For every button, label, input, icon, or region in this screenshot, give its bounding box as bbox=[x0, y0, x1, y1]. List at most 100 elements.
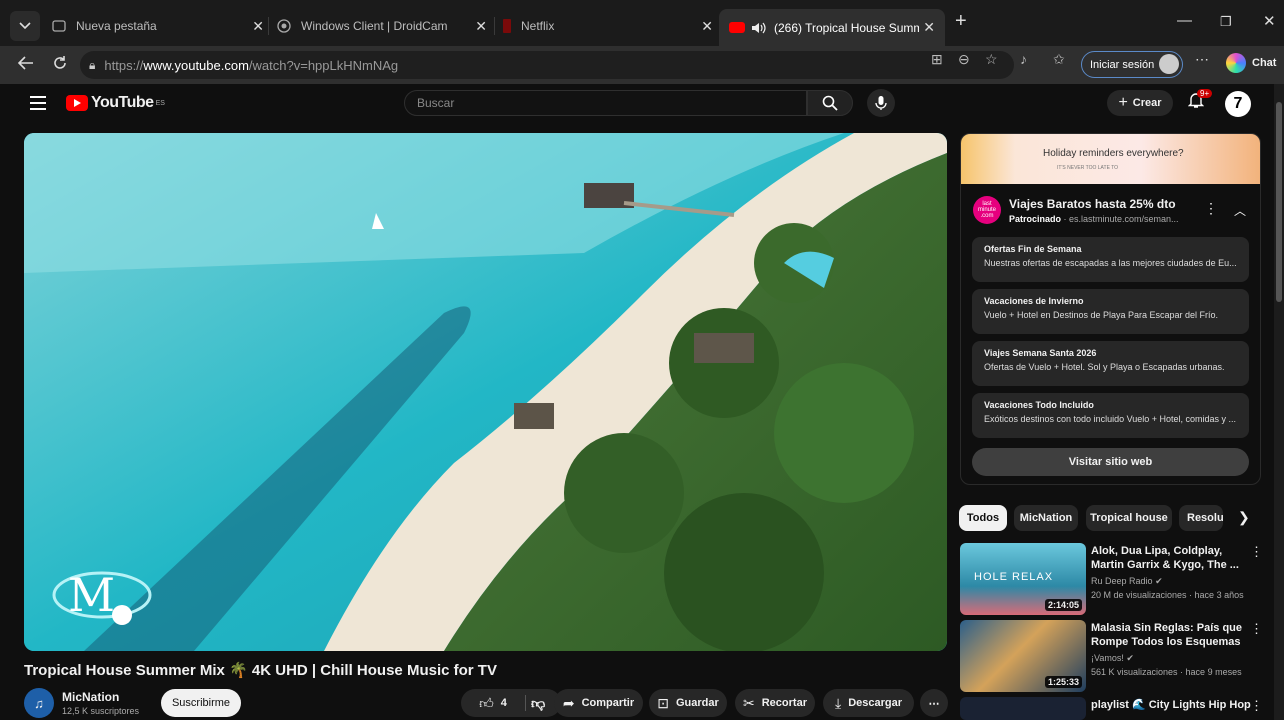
search-input[interactable]: Buscar bbox=[404, 90, 807, 116]
channel-name[interactable]: MicNation bbox=[62, 690, 119, 704]
related-thumbnail[interactable]: HOLE RELAX 2:14:05 bbox=[960, 543, 1086, 615]
scrollbar-thumb[interactable] bbox=[1276, 102, 1282, 302]
share-button[interactable]: ➦ Compartir bbox=[554, 689, 643, 717]
signin-button[interactable]: Iniciar sesión bbox=[1081, 51, 1183, 78]
more-horizontal-icon: ⋯ bbox=[928, 697, 940, 710]
channel-label: Ru Deep Radio bbox=[1091, 576, 1153, 586]
youtube-logo[interactable]: YouTube ES bbox=[66, 94, 165, 112]
related-title[interactable]: Alok, Dua Lipa, Coldplay, Martin Garrix … bbox=[1091, 544, 1251, 572]
dislike-button[interactable]: 👎︎ bbox=[531, 695, 545, 712]
close-icon[interactable]: ✕ bbox=[475, 18, 487, 35]
related-thumbnail[interactable]: 1:25:33 bbox=[960, 620, 1086, 692]
search-button[interactable] bbox=[807, 90, 853, 116]
tab-actions-menu-button[interactable] bbox=[10, 11, 40, 41]
channel-avatar[interactable]: ♫ bbox=[24, 688, 54, 718]
voice-search-button[interactable] bbox=[867, 89, 895, 117]
advertiser-logo[interactable]: last minute .com bbox=[973, 196, 1001, 224]
ad-title[interactable]: Viajes Baratos hasta 25% dto bbox=[1009, 197, 1176, 211]
download-button[interactable]: ⤓ Descargar bbox=[823, 689, 914, 717]
visit-site-button[interactable]: Visitar sitio web bbox=[972, 448, 1249, 476]
ad-sitelink[interactable]: Vacaciones Todo Incluido Exóticos destin… bbox=[972, 393, 1249, 438]
create-label: Crear bbox=[1132, 97, 1162, 109]
related-title[interactable]: playlist 🌊 City Lights Hip Hop bbox=[1091, 698, 1251, 712]
notifications-button[interactable]: 9+ bbox=[1187, 89, 1213, 113]
close-icon[interactable]: ✕ bbox=[701, 18, 713, 35]
more-actions-button[interactable]: ⋯ bbox=[920, 689, 948, 717]
ad-banner[interactable]: Holiday reminders everywhere? IT'S NEVER… bbox=[961, 134, 1260, 184]
back-arrow-icon bbox=[17, 56, 33, 70]
chip-tropical-house[interactable]: Tropical house bbox=[1086, 505, 1172, 531]
sponsored-label: Patrocinado bbox=[1009, 214, 1062, 224]
restore-button[interactable]: ❐ bbox=[1220, 14, 1232, 30]
app-available-icon[interactable]: ⊞ bbox=[931, 51, 943, 68]
account-avatar[interactable]: 7 bbox=[1225, 91, 1251, 117]
url-field[interactable]: 🔒︎ https://www.youtube.com/watch?v=hppLk… bbox=[80, 51, 1014, 79]
ad-sitelink[interactable]: Vacaciones de Invierno Vuelo + Hotel en … bbox=[972, 289, 1249, 334]
related-title[interactable]: Malasia Sin Reglas: País que Rompe Todos… bbox=[1091, 621, 1251, 649]
menu-hamburger-icon[interactable] bbox=[30, 96, 46, 114]
collapse-chevron-icon[interactable]: ︿ bbox=[1234, 202, 1246, 219]
share-icon: ➦ bbox=[562, 694, 575, 711]
zoom-icon[interactable]: ⊖ bbox=[958, 51, 970, 68]
related-menu-icon[interactable]: ⋮ bbox=[1250, 698, 1263, 714]
sitelink-title: Vacaciones Todo Incluido bbox=[984, 400, 1094, 410]
chip-micnation[interactable]: MicNation bbox=[1014, 505, 1078, 531]
thumbnail-text: HOLE RELAX bbox=[974, 571, 1054, 583]
like-button[interactable]: 👍︎ 4 bbox=[461, 689, 525, 717]
reload-icon bbox=[54, 56, 66, 69]
ad-banner-subtext: IT'S NEVER TOO LATE TO bbox=[1057, 165, 1119, 171]
ad-sitelink[interactable]: Ofertas Fin de Semana Nuestras ofertas d… bbox=[972, 237, 1249, 282]
related-menu-icon[interactable]: ⋮ bbox=[1250, 621, 1263, 637]
minimize-button[interactable]: — bbox=[1177, 12, 1192, 29]
video-player[interactable]: M bbox=[24, 133, 947, 651]
favorite-star-icon[interactable]: ☆ bbox=[985, 51, 998, 68]
tab-label: Netflix bbox=[521, 19, 555, 33]
speaker-icon[interactable] bbox=[751, 21, 767, 35]
subscribe-button[interactable]: Suscribirme bbox=[161, 689, 241, 717]
sitelink-desc: Exóticos destinos con todo incluido Vuel… bbox=[984, 414, 1237, 424]
related-thumbnail[interactable] bbox=[960, 697, 1086, 720]
ad-menu-icon[interactable]: ⋮ bbox=[1204, 200, 1218, 217]
page-scrollbar[interactable] bbox=[1274, 84, 1284, 720]
tab-youtube-active[interactable]: (266) Tropical House Summer ✕ bbox=[719, 9, 945, 46]
youtube-page: YouTube ES Buscar + Crear 9+ 7 M Tropica… bbox=[10, 84, 1272, 720]
chip-todos[interactable]: Todos bbox=[959, 505, 1007, 531]
related-menu-icon[interactable]: ⋮ bbox=[1250, 544, 1263, 560]
chevron-down-icon bbox=[19, 22, 31, 30]
ad-panel: Holiday reminders everywhere? IT'S NEVER… bbox=[960, 133, 1261, 485]
close-window-button[interactable]: ✕ bbox=[1263, 12, 1276, 30]
tab-divider bbox=[494, 17, 495, 35]
related-channel[interactable]: ¡Vamos! ✔ bbox=[1091, 653, 1134, 664]
clip-label: Recortar bbox=[761, 697, 807, 709]
related-channel[interactable]: Ru Deep Radio ✔ bbox=[1091, 576, 1163, 587]
download-icon: ⤓ bbox=[834, 694, 842, 711]
tab-droidcam[interactable]: Windows Client | DroidCam ✕ bbox=[277, 9, 487, 43]
create-button[interactable]: + Crear bbox=[1107, 90, 1173, 116]
video-title: Tropical House Summer Mix 🌴 4K UHD | Chi… bbox=[24, 662, 497, 679]
extensions-icon[interactable]: ♪ bbox=[1020, 51, 1027, 67]
verified-icon: ✔ bbox=[1155, 576, 1163, 586]
tab-nueva-pestana[interactable]: Nueva pestaña ✕ bbox=[52, 9, 264, 43]
subscriber-count: 12,5 K suscriptores bbox=[62, 706, 140, 716]
chevron-right-icon[interactable]: ❯ bbox=[1238, 509, 1250, 526]
notification-count-badge: 9+ bbox=[1197, 89, 1213, 98]
sitelink-title: Viajes Semana Santa 2026 bbox=[984, 348, 1097, 358]
clip-button[interactable]: ✂ Recortar bbox=[735, 689, 815, 717]
back-button[interactable] bbox=[17, 54, 35, 77]
share-label: Compartir bbox=[581, 697, 635, 709]
ad-banner-text: Holiday reminders everywhere? bbox=[1043, 148, 1184, 159]
tab-label: Nueva pestaña bbox=[76, 19, 157, 33]
reload-button[interactable] bbox=[51, 54, 69, 77]
new-tab-button[interactable]: + bbox=[955, 10, 967, 33]
chip-resolu[interactable]: Resolu bbox=[1179, 505, 1223, 531]
copilot-chat-button[interactable]: Chat bbox=[1226, 53, 1276, 73]
more-options-icon[interactable]: ⋯ bbox=[1195, 51, 1209, 68]
close-icon[interactable]: ✕ bbox=[252, 18, 264, 35]
close-icon[interactable]: ✕ bbox=[923, 19, 935, 36]
tab-netflix[interactable]: Netflix ✕ bbox=[503, 9, 713, 43]
sitelink-desc: Vuelo + Hotel en Destinos de Playa Para … bbox=[984, 310, 1219, 320]
plus-icon: + bbox=[1118, 94, 1128, 111]
ad-sitelink[interactable]: Viajes Semana Santa 2026 Ofertas de Vuel… bbox=[972, 341, 1249, 386]
favorites-list-icon[interactable]: ✩ bbox=[1053, 51, 1065, 68]
save-button[interactable]: ⊡ Guardar bbox=[649, 689, 727, 717]
